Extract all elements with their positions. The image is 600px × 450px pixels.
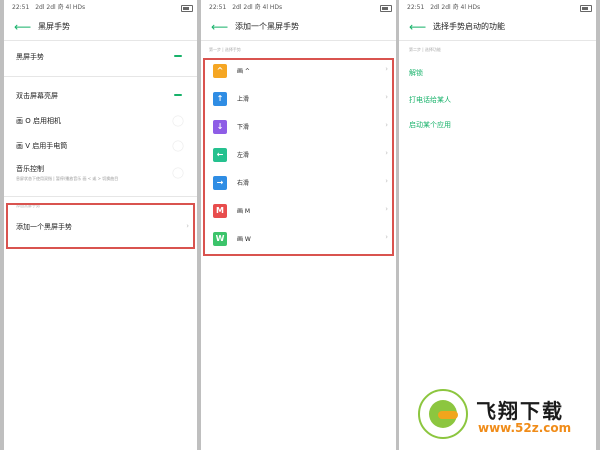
chevron-right-icon: › — [385, 65, 388, 73]
arrow-down-icon: ↓ — [213, 120, 227, 134]
letter-m-icon: M — [213, 204, 227, 218]
gesture-label: 下滑 — [237, 124, 250, 131]
chevron-right-icon: › — [385, 177, 388, 185]
setting-label: 双击屏幕亮屏 — [16, 92, 58, 100]
toggle-switch[interactable] — [171, 168, 187, 178]
gesture-item[interactable]: ← 左滑 › — [209, 146, 388, 166]
back-arrow-icon[interactable]: ⟵ — [14, 19, 31, 35]
setting-label: 黑屏手势 — [16, 53, 44, 61]
header: ⟵ 黑屏手势 — [4, 16, 197, 40]
section-hint: 第一步 | 选择手势 — [209, 47, 241, 52]
divider — [201, 40, 396, 41]
toggle-switch[interactable] — [171, 91, 187, 99]
header: ⟵ 选择手势启动的功能 — [399, 16, 596, 40]
page-title: 添加一个黑屏手势 — [235, 22, 299, 31]
add-gesture-screen: 22:51 2dl 2dl 奇 4l HDs ⟵ 添加一个黑屏手势 第一步 | … — [201, 0, 396, 450]
function-item-call[interactable]: 打电话给某人 — [409, 95, 451, 105]
gesture-label: 左滑 — [237, 152, 250, 159]
divider — [399, 40, 596, 41]
toggle-switch[interactable] — [171, 52, 187, 60]
page-title: 选择手势启动的功能 — [433, 22, 505, 31]
gesture-item[interactable]: ↓ 下滑 › — [209, 118, 388, 138]
status-time: 22:51 — [209, 4, 227, 11]
choose-function-screen: 22:51 2dl 2dl 奇 4l HDs ⟵ 选择手势启动的功能 第二步 |… — [399, 0, 596, 450]
logo-badge — [418, 389, 468, 439]
page-title: 黑屏手势 — [38, 22, 70, 31]
chevron-right-icon: › — [385, 93, 388, 101]
status-time: 22:51 — [407, 4, 425, 11]
logo-url: www.52z.com — [478, 421, 572, 435]
chevron-right-icon: › — [385, 121, 388, 129]
chevron-right-icon: › — [385, 205, 388, 213]
gesture-label: 画 M — [237, 208, 251, 215]
status-signal: 2dl 2dl 奇 4l HDs — [430, 4, 481, 11]
setting-label: 画 V 启用手电筒 — [16, 142, 68, 150]
gesture-item[interactable]: ^ 画 ^ › — [209, 62, 388, 82]
chevron-right-icon: › — [385, 149, 388, 157]
add-gesture-label: 添加一个黑屏手势 — [16, 223, 72, 231]
letter-w-icon: W — [213, 232, 227, 246]
gesture-item[interactable]: → 右滑 › — [209, 174, 388, 194]
section-hint: 第二步 | 选择功能 — [409, 47, 441, 52]
gesture-item[interactable]: M 画 M › — [209, 202, 388, 222]
divider — [4, 196, 197, 197]
arrow-up-icon: ↑ — [213, 92, 227, 106]
chevron-right-icon: › — [186, 222, 189, 230]
header: ⟵ 添加一个黑屏手势 — [201, 16, 396, 40]
battery-icon — [580, 5, 592, 12]
back-arrow-icon[interactable]: ⟵ — [409, 19, 426, 35]
arrow-left-icon: ← — [213, 148, 227, 162]
arrow-right-icon: → — [213, 176, 227, 190]
screen-gesture-settings: 22:51 2dl 2dl 奇 4l HDs ⟵ 黑屏手势 黑屏手势 双击屏幕亮… — [4, 0, 197, 450]
setting-label: 画 O 启用相机 — [16, 117, 61, 125]
function-item-unlock[interactable]: 解锁 — [409, 68, 423, 78]
setting-sublabel: 息屏状态下使用双指 | 暂停/播放音乐 画 < 或 > 切换曲目 — [16, 176, 119, 181]
gesture-label: 画 W — [237, 236, 251, 243]
gesture-label: 上滑 — [237, 96, 250, 103]
gesture-item[interactable]: ↑ 上滑 › — [209, 90, 388, 110]
gesture-item[interactable]: W 画 W › — [209, 230, 388, 250]
status-signal: 2dl 2dl 奇 4l HDs — [232, 4, 283, 11]
back-arrow-icon[interactable]: ⟵ — [211, 19, 228, 35]
toggle-switch[interactable] — [171, 141, 187, 151]
status-time: 22:51 — [12, 4, 30, 11]
divider — [4, 40, 197, 41]
status-bar: 22:51 2dl 2dl 奇 4l HDs — [4, 0, 197, 16]
chevron-right-icon: › — [385, 233, 388, 241]
battery-icon — [380, 5, 392, 12]
status-bar: 22:51 2dl 2dl 奇 4l HDs — [201, 0, 396, 16]
status-bar: 22:51 2dl 2dl 奇 4l HDs — [399, 0, 596, 16]
function-item-launch-app[interactable]: 启动某个应用 — [409, 120, 451, 130]
gesture-label: 画 ^ — [237, 68, 250, 75]
status-signal: 2dl 2dl 奇 4l HDs — [35, 4, 86, 11]
battery-icon — [181, 5, 193, 12]
gesture-label: 右滑 — [237, 180, 250, 187]
divider — [4, 76, 197, 77]
toggle-switch[interactable] — [171, 116, 187, 126]
setting-label: 音乐控制 — [16, 165, 44, 173]
gesture-caret-icon: ^ — [213, 64, 227, 78]
logo-name: 飞翔下载 — [476, 399, 564, 423]
watermark-logo: 飞翔下载 www.52z.com — [418, 387, 596, 449]
